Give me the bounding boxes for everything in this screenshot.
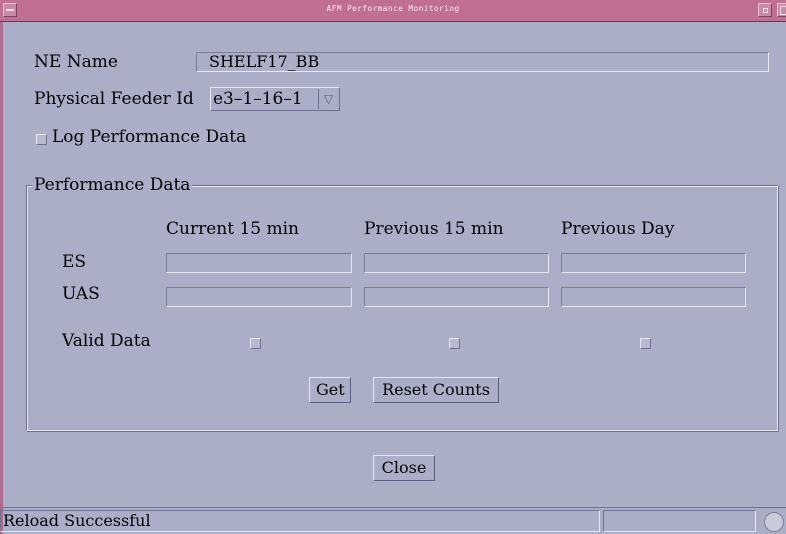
valid-current-checkbox[interactable] [250,338,261,349]
column-header-previous-day: Previous Day [561,219,675,239]
reset-counts-button[interactable]: Reset Counts [373,377,499,403]
performance-data-title: Performance Data [32,175,193,195]
feeder-dropdown[interactable]: e3–1–16–1 ▽ [210,87,340,111]
valid-previous-day-checkbox[interactable] [640,338,651,349]
status-bar: Reload Successful [0,507,786,534]
log-performance-checkbox[interactable] [36,134,47,145]
es-current-field[interactable] [166,253,352,273]
feeder-label: Physical Feeder Id [34,89,194,109]
valid-data-label: Valid Data [62,331,151,351]
window-title: AFM Performance Monitoring [326,4,460,13]
uas-previous-field[interactable] [364,287,549,307]
close-button[interactable]: Close [373,455,435,481]
column-header-current: Current 15 min [166,219,299,239]
ne-name-field[interactable]: SHELF17_BB [196,52,769,72]
chevron-down-icon[interactable]: ▽ [318,89,338,109]
es-previous-field[interactable] [364,253,549,273]
get-button[interactable]: Get [309,377,351,403]
row-label-es: ES [62,252,87,272]
uas-previous-day-field[interactable] [561,287,746,307]
minimize-icon[interactable] [758,3,772,17]
valid-previous-checkbox[interactable] [449,338,460,349]
status-message: Reload Successful [0,510,600,532]
column-header-previous: Previous 15 min [364,219,504,239]
log-performance-label: Log Performance Data [52,127,247,147]
maximize-icon[interactable] [777,3,786,17]
window-border [0,22,3,534]
es-previous-day-field[interactable] [561,253,746,273]
status-indicator-icon [764,512,784,532]
feeder-value: e3–1–16–1 [213,89,303,109]
title-bar[interactable]: AFM Performance Monitoring [0,0,786,22]
uas-current-field[interactable] [166,287,352,307]
row-label-uas: UAS [62,284,100,304]
status-secondary [603,510,756,532]
ne-name-label: NE Name [34,52,118,72]
